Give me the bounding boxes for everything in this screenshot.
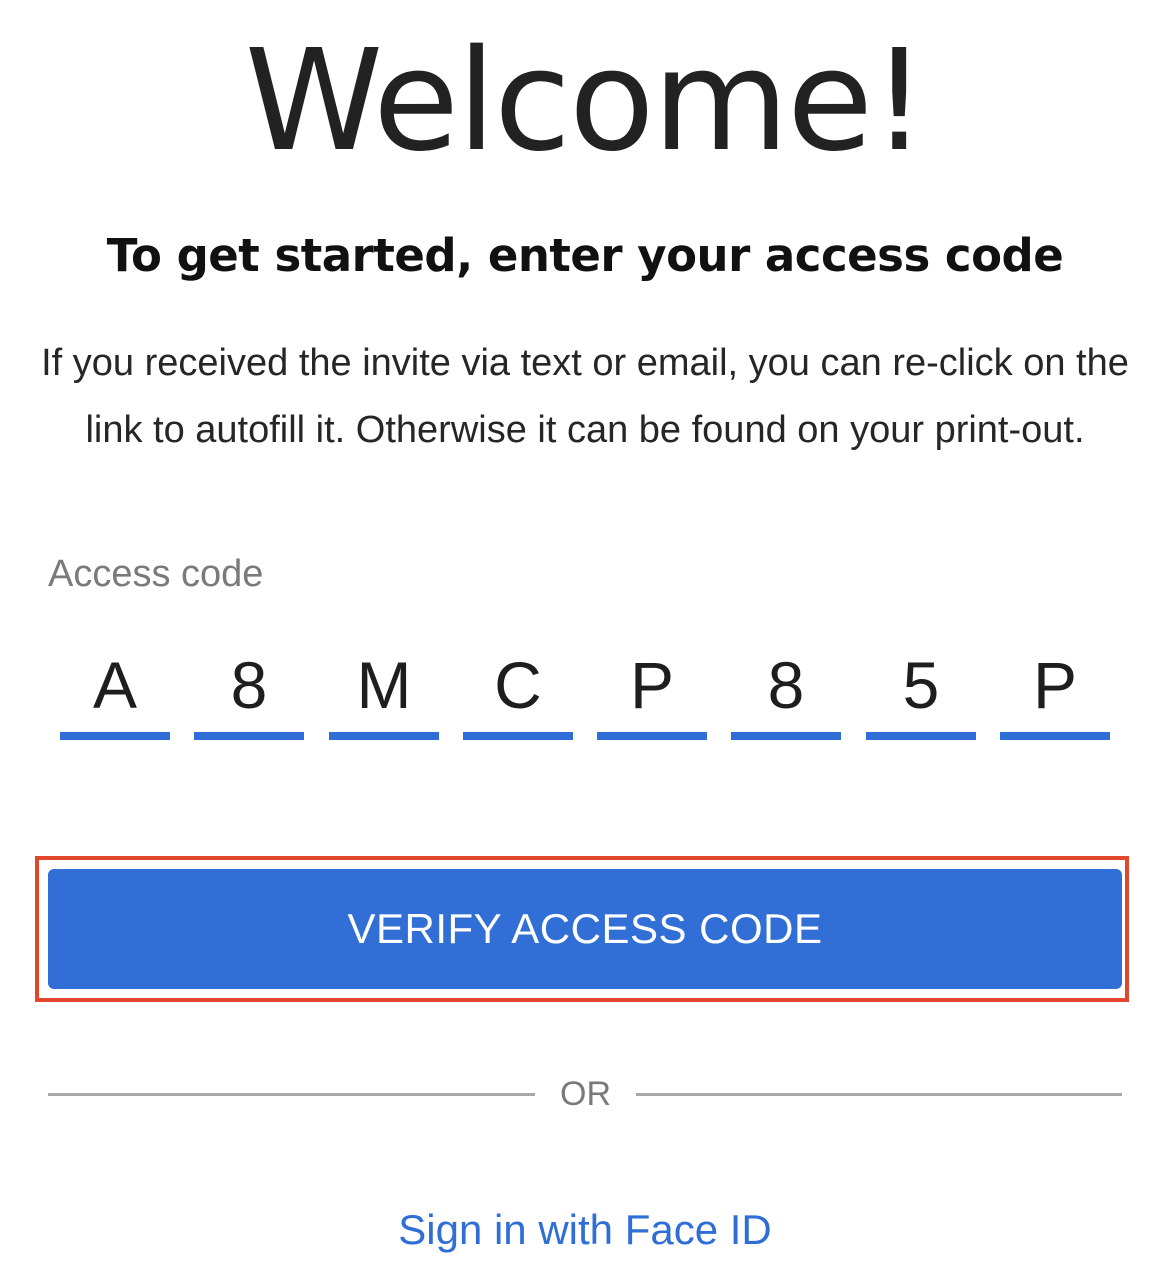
access-code-digit-value: 8 — [230, 648, 268, 722]
sign-in-face-id-link[interactable]: Sign in with Face ID — [0, 1200, 1170, 1260]
access-code-label: Access code — [48, 553, 264, 595]
digit-underline — [1000, 732, 1110, 740]
access-code-digit-3[interactable]: M — [329, 640, 439, 740]
access-code-digit-6[interactable]: 8 — [731, 640, 841, 740]
verify-access-code-button[interactable]: VERIFY ACCESS CODE — [48, 869, 1122, 989]
digit-underline — [597, 732, 707, 740]
access-code-digit-1[interactable]: A — [60, 640, 170, 740]
page-subtitle: To get started, enter your access code — [106, 229, 1064, 282]
access-code-digit-value: A — [92, 648, 138, 722]
access-code-digit-value: C — [494, 648, 542, 722]
access-code-digit-8[interactable]: P — [1000, 640, 1110, 740]
divider-line-left — [48, 1093, 535, 1096]
access-code-digit-value: 8 — [767, 648, 805, 722]
access-code-digit-value: P — [629, 648, 675, 722]
access-code-digit-value: P — [1032, 648, 1078, 722]
divider-or-label: OR — [560, 1075, 611, 1113]
digit-underline — [866, 732, 976, 740]
access-code-digit-7[interactable]: 5 — [866, 640, 976, 740]
digit-underline — [731, 732, 841, 740]
digit-underline — [463, 732, 573, 740]
access-code-digit-value: M — [356, 648, 412, 722]
access-code-screen: Welcome! To get started, enter your acce… — [0, 0, 1170, 1285]
access-code-digit-5[interactable]: P — [597, 640, 707, 740]
digit-underline — [194, 732, 304, 740]
access-code-digit-value: 5 — [902, 648, 940, 722]
divider-line-right — [636, 1093, 1122, 1096]
page-title: Welcome! — [244, 20, 928, 183]
access-code-digit-2[interactable]: 8 — [194, 640, 304, 740]
access-code-digit-4[interactable]: C — [463, 640, 573, 740]
instructions-text: If you received the invite via text or e… — [41, 342, 1129, 451]
access-code-input-group: A 8 M C P 8 5 P — [60, 640, 1110, 740]
digit-underline — [329, 732, 439, 740]
digit-underline — [60, 732, 170, 740]
